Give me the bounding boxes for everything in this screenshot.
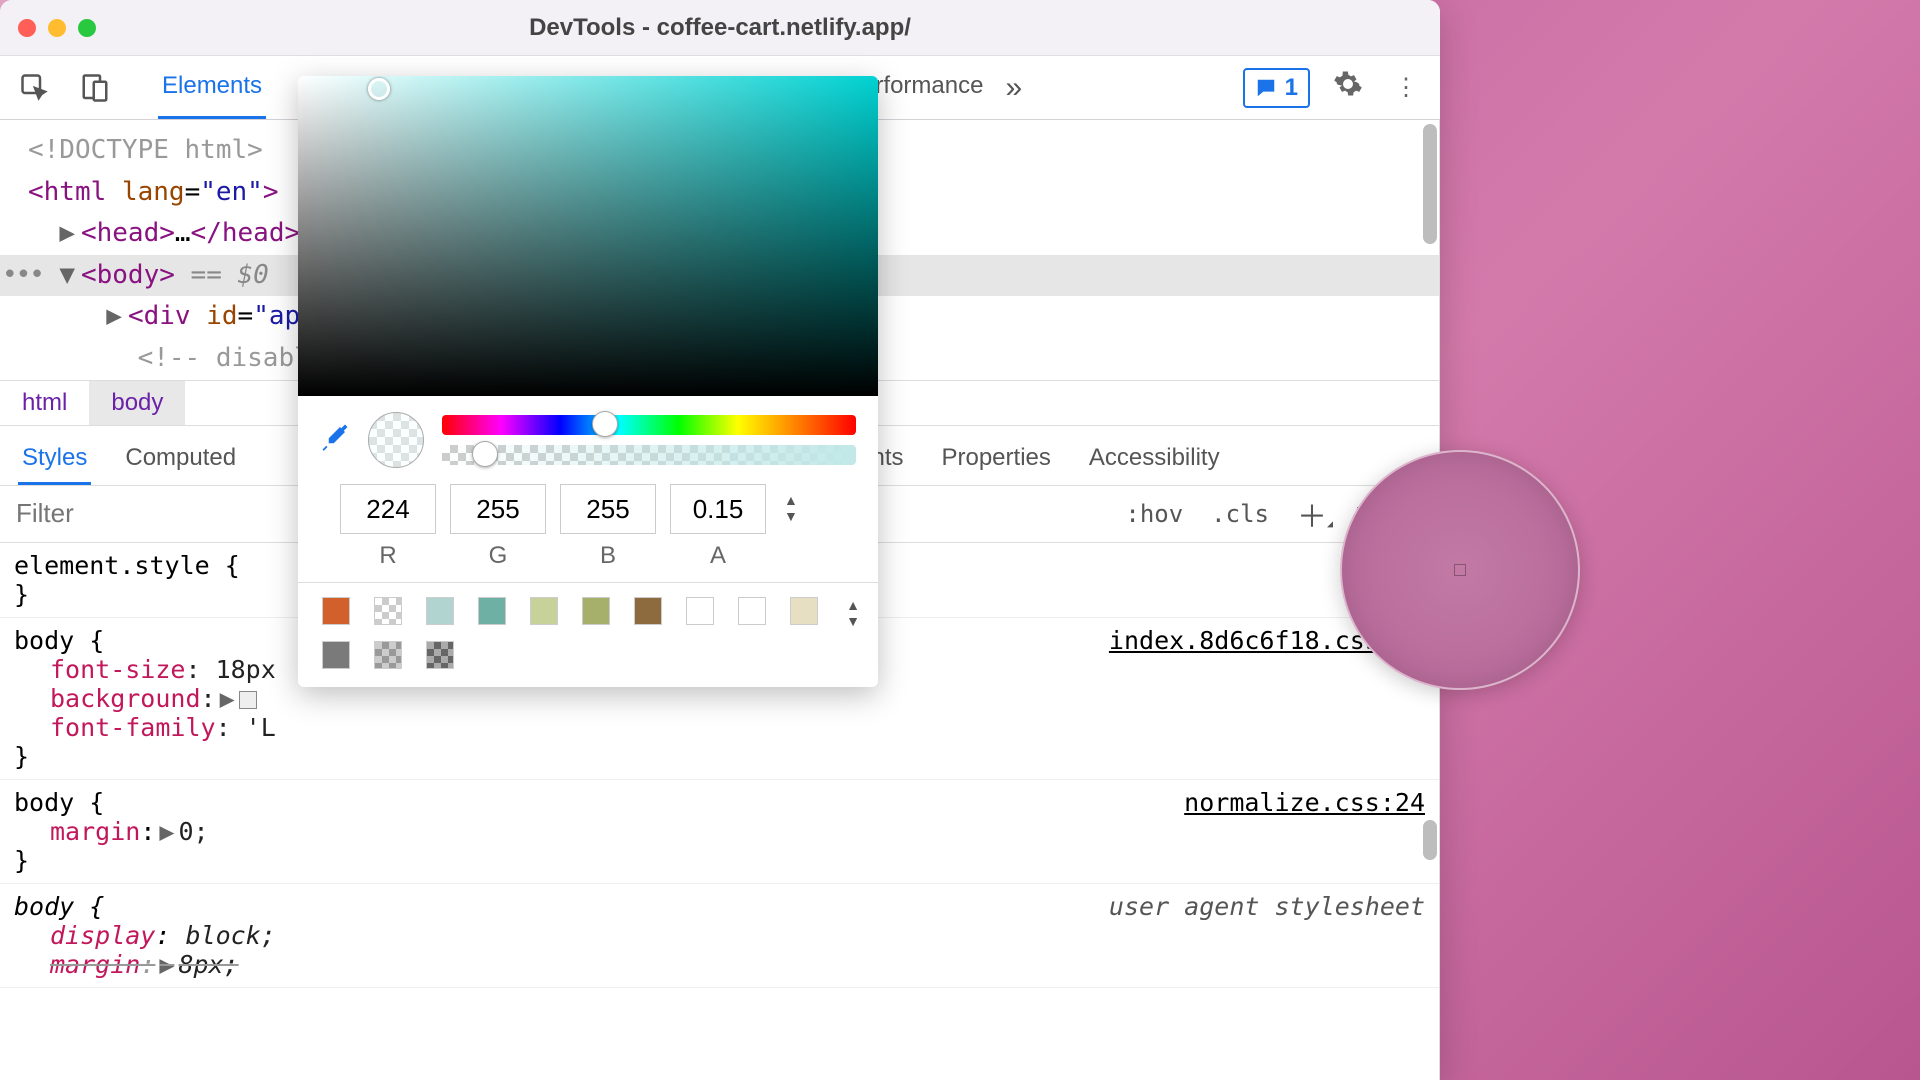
scrollbar[interactable] xyxy=(1423,820,1437,1080)
swatch[interactable] xyxy=(374,641,402,669)
zoom-window-icon[interactable] xyxy=(78,19,96,37)
format-cycle-icon[interactable]: ▲▼ xyxy=(784,492,798,524)
expand-icon[interactable]: ▶ xyxy=(159,817,174,846)
swatch[interactable] xyxy=(790,597,818,625)
window-controls xyxy=(18,19,96,37)
tab-accessibility[interactable]: Accessibility xyxy=(1085,434,1224,485)
swatch[interactable] xyxy=(374,597,402,625)
inspect-element-icon[interactable] xyxy=(14,67,56,109)
tab-elements[interactable]: Elements xyxy=(158,56,266,119)
r-input[interactable] xyxy=(340,484,436,534)
swatch[interactable] xyxy=(478,597,506,625)
tab-styles[interactable]: Styles xyxy=(18,434,91,485)
alpha-slider[interactable] xyxy=(442,445,856,465)
close-window-icon[interactable] xyxy=(18,19,36,37)
minimize-window-icon[interactable] xyxy=(48,19,66,37)
expand-icon[interactable]: ▶ xyxy=(106,296,122,338)
scrollbar[interactable] xyxy=(1423,124,1437,354)
device-toolbar-icon[interactable] xyxy=(74,67,116,109)
g-input[interactable] xyxy=(450,484,546,534)
ellipsis-icon: ••• xyxy=(2,255,43,297)
swatch[interactable] xyxy=(738,597,766,625)
a-input[interactable] xyxy=(670,484,766,534)
palette: ▲▼ xyxy=(298,582,878,687)
crumb-body[interactable]: body xyxy=(89,381,185,425)
saturation-handle[interactable] xyxy=(368,78,390,100)
eyedropper-loupe[interactable] xyxy=(1340,450,1580,690)
source-link[interactable]: normalize.css:24 xyxy=(1184,788,1425,817)
crumb-html[interactable]: html xyxy=(0,381,89,425)
swatch[interactable] xyxy=(530,597,558,625)
scrollbar-thumb[interactable] xyxy=(1423,820,1437,860)
new-rule-icon[interactable]: ＋◢ xyxy=(1293,486,1337,542)
hue-slider[interactable] xyxy=(442,415,856,435)
issues-count: 1 xyxy=(1285,74,1298,102)
titlebar: DevTools - coffee-cart.netlify.app/ xyxy=(0,0,1440,56)
b-input[interactable] xyxy=(560,484,656,534)
source-label: user agent stylesheet xyxy=(1109,892,1425,921)
more-tabs-icon[interactable]: » xyxy=(1005,71,1022,105)
swatch[interactable] xyxy=(426,641,454,669)
color-picker: R G B A ▲▼ ▲▼ xyxy=(298,76,878,687)
swatch[interactable] xyxy=(322,641,350,669)
hov-button[interactable]: :hov xyxy=(1121,494,1187,534)
window-title: DevTools - coffee-cart.netlify.app/ xyxy=(529,14,911,42)
cls-button[interactable]: .cls xyxy=(1207,494,1273,534)
saturation-field[interactable] xyxy=(298,76,878,396)
tab-properties[interactable]: Properties xyxy=(937,434,1054,485)
settings-icon[interactable] xyxy=(1328,69,1368,106)
css-rule[interactable]: user agent stylesheet body { display: bl… xyxy=(0,884,1439,988)
color-swatch-icon[interactable] xyxy=(239,691,257,709)
expand-icon[interactable]: ▶ xyxy=(220,684,235,713)
issues-badge[interactable]: 1 xyxy=(1243,68,1310,108)
css-rule[interactable]: normalize.css:24 body { margin:▶0; } xyxy=(0,780,1439,884)
kebab-menu-icon[interactable]: ⋮ xyxy=(1386,73,1426,102)
swatch[interactable] xyxy=(686,597,714,625)
expand-icon[interactable]: ▶ xyxy=(59,213,75,255)
swatch[interactable] xyxy=(582,597,610,625)
eyedropper-icon[interactable] xyxy=(320,422,350,459)
hue-handle[interactable] xyxy=(592,411,618,437)
palette-cycle-icon[interactable]: ▲▼ xyxy=(846,597,860,629)
collapse-icon[interactable]: ▼ xyxy=(59,255,75,297)
message-icon xyxy=(1255,77,1277,99)
scrollbar-thumb[interactable] xyxy=(1423,124,1437,244)
alpha-handle[interactable] xyxy=(472,441,498,467)
current-color-swatch xyxy=(368,412,424,468)
color-inputs: R G B A ▲▼ xyxy=(298,476,878,582)
swatch[interactable] xyxy=(634,597,662,625)
swatch[interactable] xyxy=(322,597,350,625)
tab-computed[interactable]: Computed xyxy=(121,434,240,485)
swatch[interactable] xyxy=(426,597,454,625)
